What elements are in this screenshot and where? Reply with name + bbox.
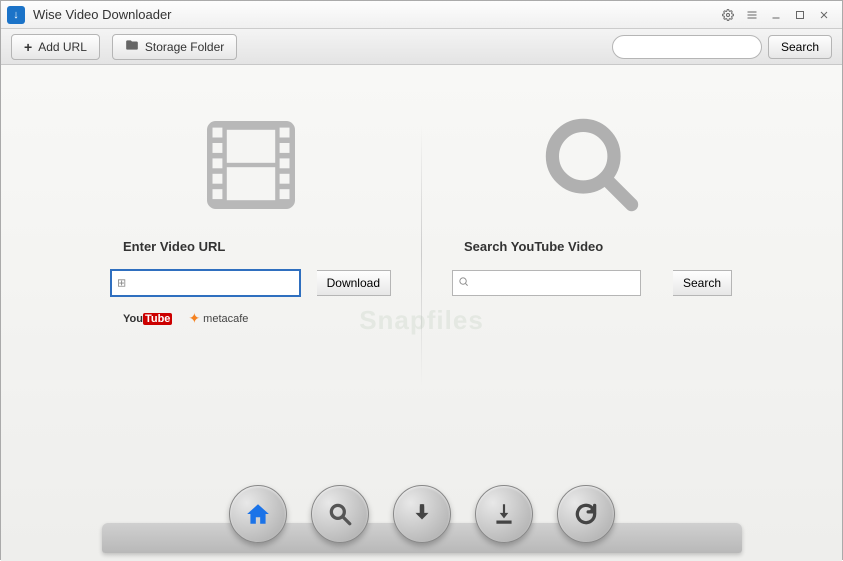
add-url-button[interactable]: + Add URL [11, 34, 100, 60]
magnifier-icon [532, 105, 652, 225]
search-panel: Search YouTube Video Search [422, 105, 762, 425]
url-panel: Enter Video URL ⊞ Download YouTube ✦ met… [81, 105, 421, 425]
settings-icon[interactable] [716, 6, 740, 24]
storage-folder-button[interactable]: Storage Folder [112, 34, 237, 60]
main-content: Snapfiles [1, 65, 842, 561]
youtube-logo: YouTube [123, 313, 172, 325]
dock-download-disk-button[interactable] [475, 485, 533, 543]
app-title: Wise Video Downloader [33, 7, 172, 22]
storage-folder-label: Storage Folder [145, 40, 224, 54]
film-icon [191, 105, 311, 225]
toolbar-search-button[interactable]: Search [768, 35, 832, 59]
metacafe-logo: ✦ metacafe [188, 310, 248, 327]
app-icon [7, 6, 25, 24]
folder-icon [125, 38, 139, 55]
menu-icon[interactable] [740, 6, 764, 24]
youtube-search-input[interactable] [452, 270, 641, 296]
dock-search-button[interactable] [311, 485, 369, 543]
plus-icon: + [24, 39, 32, 55]
dock [229, 485, 615, 543]
download-button[interactable]: Download [317, 270, 391, 296]
video-url-input[interactable] [111, 270, 300, 296]
search-heading: Search YouTube Video [464, 239, 603, 254]
toolbar-search-input[interactable] [612, 35, 762, 59]
url-heading: Enter Video URL [123, 239, 225, 254]
title-bar: Wise Video Downloader [1, 1, 842, 29]
add-url-label: Add URL [38, 40, 87, 54]
minimize-icon[interactable] [764, 6, 788, 24]
dock-refresh-button[interactable] [557, 485, 615, 543]
youtube-search-button[interactable]: Search [673, 270, 732, 296]
close-icon[interactable] [812, 6, 836, 24]
toolbar: + Add URL Storage Folder Search [1, 29, 842, 65]
dock-download-button[interactable] [393, 485, 451, 543]
dock-home-button[interactable] [229, 485, 287, 543]
maximize-icon[interactable] [788, 6, 812, 24]
